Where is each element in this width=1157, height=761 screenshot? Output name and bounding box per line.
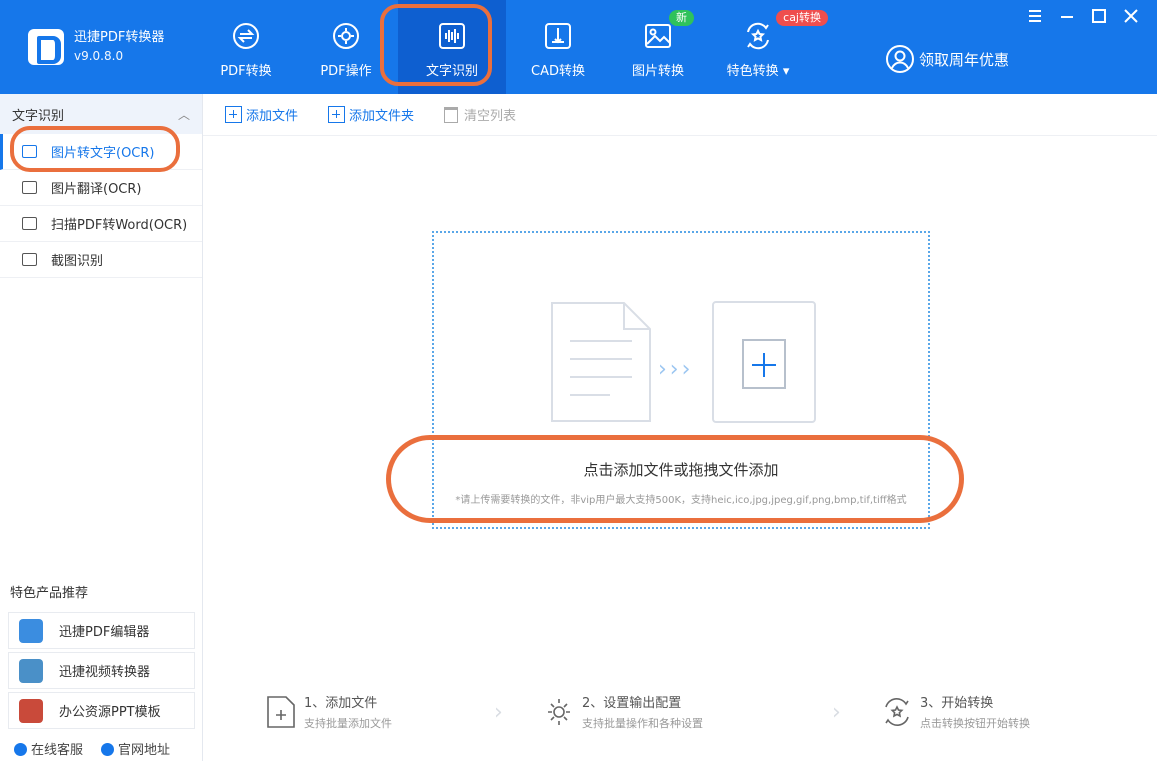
step-title: 1、添加文件 [304,696,378,711]
nav-pdf-convert[interactable]: PDF转换 [196,0,296,94]
app-version: v9.0.8.0 [74,49,124,63]
pdf-editor-icon [19,618,43,643]
clear-list-button[interactable]: 清空列表 [444,105,516,124]
drop-zone-title: 点击添加文件或拖拽文件添加 [583,461,779,479]
sidebar-item-image-to-text[interactable]: 图片转文字(OCR) [0,134,202,170]
app-name: 迅捷PDF转换器 [74,30,165,45]
add-folder-button[interactable]: 添加文件夹 [328,105,414,124]
sidebar-item-screenshot[interactable]: 截图识别 [0,242,202,278]
ppt-template-icon [19,698,43,723]
convert-star-icon [885,697,909,726]
step-settings: 2、设置输出配置支持批量操作和各种设置 [544,692,703,731]
sidebar-item-label: 图片翻译(OCR) [51,182,142,197]
add-file-icon [225,106,242,123]
nav-label: 特色转换 ▾ [726,64,790,79]
minimize-icon[interactable] [1059,8,1075,24]
chevron-down-icon: ▾ [782,64,790,79]
file-drop-zone[interactable]: ››› 点击添加文件或拖拽文件添加 *请上传需要转换的文件，非vip用户最大支持… [432,231,930,529]
gear-icon [548,698,570,725]
trash-icon [444,106,459,123]
chevron-right-icon: › [494,700,503,725]
browser-icon [101,743,115,756]
arrows-icon: ››› [658,357,694,382]
step-sub: 支持批量操作和各种设置 [582,717,703,730]
website-link[interactable]: 官网地址 [101,739,170,758]
step-title: 3、开始转换 [920,696,994,711]
menu-icon[interactable] [1027,8,1043,24]
step-sub: 支持批量添加文件 [304,717,392,730]
caj-badge: caj转换 [776,10,828,26]
pdf-convert-icon [233,23,259,49]
app-brand: 迅捷PDF转换器 v9.0.8.0 [28,28,164,66]
promo-label: 领取周年优惠 [919,50,1010,69]
step-start: 3、开始转换点击转换按钮开始转换 [882,692,1030,731]
add-file-label: 添加文件 [246,109,299,124]
nav-image-convert[interactable]: 新 图片转换 [608,0,708,94]
nav-label: 文字识别 [425,64,478,79]
sidebar-section-header[interactable]: 文字识别 ︿ [0,94,202,134]
nav-label: PDF操作 [320,64,372,79]
recommend-label: 迅捷PDF编辑器 [59,625,150,640]
cad-icon [545,23,571,49]
close-icon[interactable] [1123,8,1139,24]
document-icon [551,302,651,422]
special-convert-icon [747,22,769,50]
step-title: 2、设置输出配置 [582,696,682,711]
step-add-file: 1、添加文件支持批量添加文件 [266,692,392,731]
main-nav: PDF转换 PDF操作 文字识别 CAD转换 新 图片转换 caj转换 特色转换… [196,0,828,94]
add-folder-label: 添加文件夹 [349,109,415,124]
recommend-video-converter[interactable]: 迅捷视频转换器 [8,652,195,689]
nav-cad-convert[interactable]: CAD转换 [508,0,608,94]
sidebar-item-image-translate[interactable]: 图片翻译(OCR) [0,170,202,206]
online-service-link[interactable]: 在线客服 [14,739,83,758]
recommend-title: 特色产品推荐 [10,586,89,601]
promo-link[interactable]: 领取周年优惠 [885,44,1009,74]
nav-special-convert[interactable]: caj转换 特色转换 ▾ [708,0,828,94]
sidebar-footer: 在线客服 官网地址 [14,739,170,758]
video-converter-icon [19,658,43,683]
sidebar-item-label: 扫描PDF转Word(OCR) [51,218,188,233]
step-sub: 点击转换按钮开始转换 [920,717,1030,730]
nav-label: CAD转换 [531,64,585,79]
app-logo-icon [28,29,64,65]
recommend-label: 办公资源PPT模板 [59,705,161,720]
pdf-operate-icon [333,23,359,49]
drop-zone-hint: *请上传需要转换的文件，非vip用户最大支持500K，支持heic,ico,jp… [455,495,907,506]
sidebar-item-scan-pdf[interactable]: 扫描PDF转Word(OCR) [0,206,202,242]
steps-guide: 1、添加文件支持批量添加文件 › 2、设置输出配置支持批量操作和各种设置 › 3… [266,692,1066,734]
recommend-label: 迅捷视频转换器 [59,665,151,680]
scan-doc-icon [22,217,37,230]
add-file-button[interactable]: 添加文件 [225,105,298,124]
nav-pdf-operate[interactable]: PDF操作 [296,0,396,94]
add-folder-icon [328,106,346,123]
sidebar-item-label: 图片转文字(OCR) [51,146,155,161]
toolbar: 添加文件 添加文件夹 清空列表 [203,94,1157,136]
user-icon [886,45,914,73]
clear-list-label: 清空列表 [464,109,517,124]
recommend-pdf-editor[interactable]: 迅捷PDF编辑器 [8,612,195,649]
chevron-up-icon: ︿ [177,107,190,122]
chevron-right-icon: › [832,700,841,725]
title-bar: 迅捷PDF转换器 v9.0.8.0 PDF转换 PDF操作 文字识别 CAD转换… [0,0,1157,94]
sidebar-item-label: 截图识别 [51,254,104,269]
screenshot-icon [22,253,37,266]
nav-label: 图片转换 [631,64,684,79]
window-controls [1027,8,1139,24]
sidebar-section-title: 文字识别 [12,108,65,124]
voice-wave-icon [439,23,465,49]
new-badge: 新 [669,10,694,26]
text-icon [22,145,37,158]
plus-icon [742,339,786,389]
add-file-step-icon [267,695,295,728]
maximize-icon[interactable] [1091,8,1107,24]
nav-text-recognition[interactable]: 文字识别 [398,0,506,94]
nav-label: PDF转换 [220,64,272,79]
add-box [712,301,816,423]
recommend-ppt-template[interactable]: 办公资源PPT模板 [8,692,195,729]
image-icon [645,24,671,48]
headset-icon [14,743,27,756]
image-translate-icon [22,181,37,194]
